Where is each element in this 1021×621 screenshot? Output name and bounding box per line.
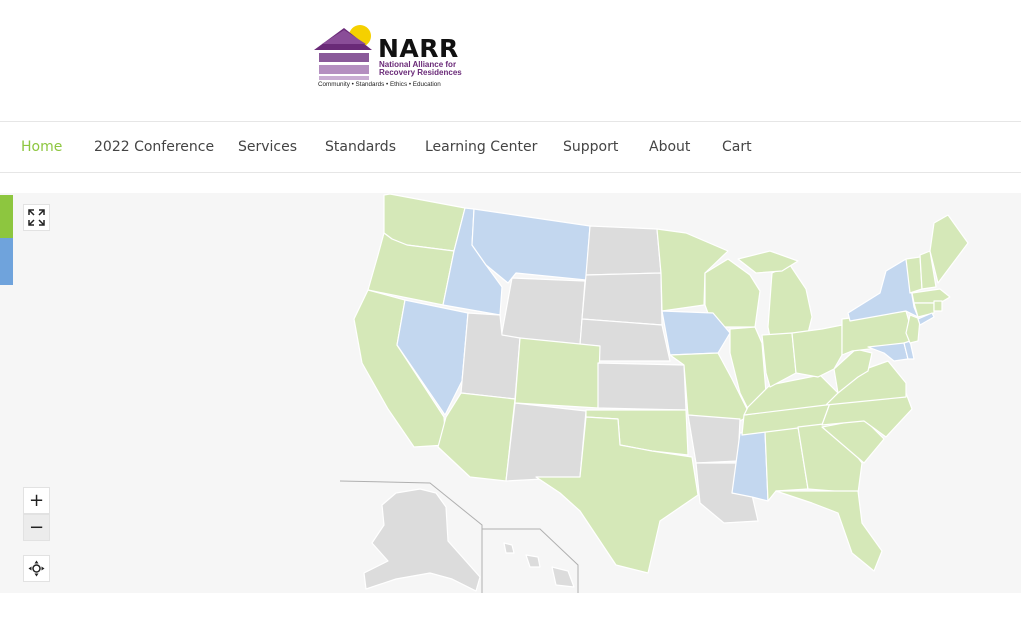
nav-standards[interactable]: Standards <box>325 139 396 155</box>
recenter-button[interactable] <box>23 555 50 582</box>
state-colorado[interactable] <box>514 337 601 409</box>
nav-home[interactable]: Home <box>21 139 62 155</box>
nav-2022-conference[interactable]: 2022 Conference <box>94 139 214 155</box>
state-north-dakota[interactable] <box>585 225 662 276</box>
nav-services[interactable]: Services <box>238 139 297 155</box>
site-header: NARR National Alliance for Recovery Resi… <box>0 0 1021 121</box>
state-hawaii-3 <box>551 566 575 588</box>
nav-about[interactable]: About <box>649 139 690 155</box>
nav-cart[interactable]: Cart <box>722 139 752 155</box>
state-florida[interactable] <box>775 490 883 572</box>
state-hawaii-2 <box>525 554 541 568</box>
state-south-dakota[interactable] <box>581 272 663 326</box>
logo-tagline: Community • Standards • Ethics • Educati… <box>318 81 441 88</box>
state-alaska[interactable] <box>363 488 481 592</box>
state-massachusetts[interactable] <box>911 288 951 304</box>
logo-title: NARR <box>378 34 459 63</box>
legend-tab-blue[interactable] <box>0 238 13 285</box>
state-michigan[interactable] <box>767 264 813 338</box>
state-arkansas[interactable] <box>687 414 741 464</box>
house-logo-icon <box>314 25 372 80</box>
state-maine[interactable] <box>929 214 969 284</box>
fullscreen-button[interactable] <box>23 204 50 231</box>
state-ohio[interactable] <box>791 324 843 378</box>
nav-support[interactable]: Support <box>563 139 618 155</box>
state-wyoming[interactable] <box>500 277 586 346</box>
state-hawaii[interactable] <box>503 542 515 554</box>
recenter-crosshair-icon <box>28 560 45 577</box>
state-indiana[interactable] <box>761 332 797 388</box>
state-rhode-island[interactable] <box>933 300 943 312</box>
narr-logo[interactable]: NARR National Alliance for Recovery Resi… <box>312 24 472 92</box>
zoom-in-button[interactable]: + <box>23 487 50 514</box>
main-nav: Home 2022 Conference Services Standards … <box>0 121 1021 173</box>
legend-tab-green[interactable] <box>0 195 13 238</box>
nav-learning-center[interactable]: Learning Center <box>425 139 537 155</box>
zoom-out-button[interactable]: − <box>23 514 50 541</box>
expand-arrows-icon <box>28 209 45 226</box>
map-canvas[interactable] <box>0 193 1021 593</box>
us-state-map[interactable]: + − <box>0 193 1021 593</box>
logo-subtitle: National Alliance for Recovery Residence… <box>379 60 462 77</box>
state-new-mexico[interactable] <box>505 402 587 482</box>
state-kansas[interactable] <box>597 362 687 411</box>
